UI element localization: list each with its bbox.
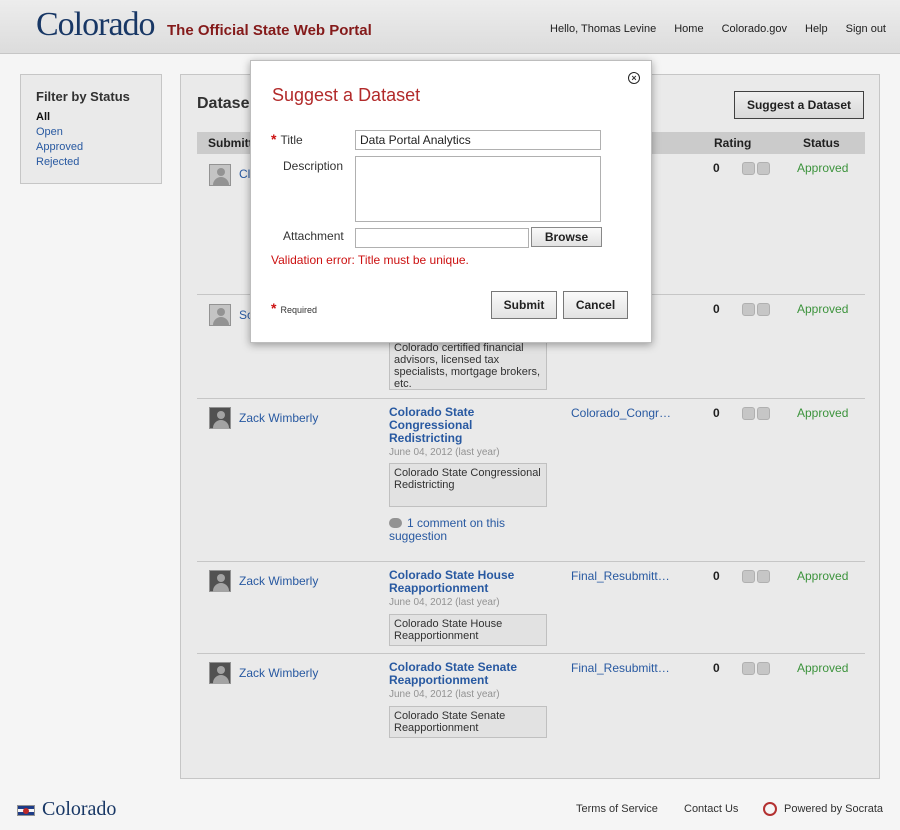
suggest-dataset-dialog: Suggest a Dataset × * Title Data Portal A…: [250, 60, 652, 343]
description-textarea[interactable]: [355, 156, 601, 222]
close-icon[interactable]: ×: [628, 72, 640, 84]
title-input[interactable]: Data Portal Analytics: [355, 130, 601, 150]
required-note: * Required: [271, 300, 317, 316]
required-marker-icon: *: [271, 300, 277, 316]
title-field-label: * Title: [271, 131, 303, 147]
required-marker-icon: *: [271, 131, 277, 147]
validation-error-message: Validation error: Title must be unique.: [271, 253, 469, 267]
attachment-field-label: Attachment: [283, 229, 344, 243]
browse-button[interactable]: Browse: [531, 227, 602, 247]
submit-button[interactable]: Submit: [491, 291, 557, 319]
dialog-title: Suggest a Dataset: [272, 85, 421, 105]
description-field-label: Description: [283, 159, 344, 173]
attachment-input[interactable]: [355, 228, 529, 248]
cancel-button[interactable]: Cancel: [563, 291, 628, 319]
required-note-text: Required: [280, 305, 317, 315]
title-label-text: Title: [280, 133, 303, 147]
